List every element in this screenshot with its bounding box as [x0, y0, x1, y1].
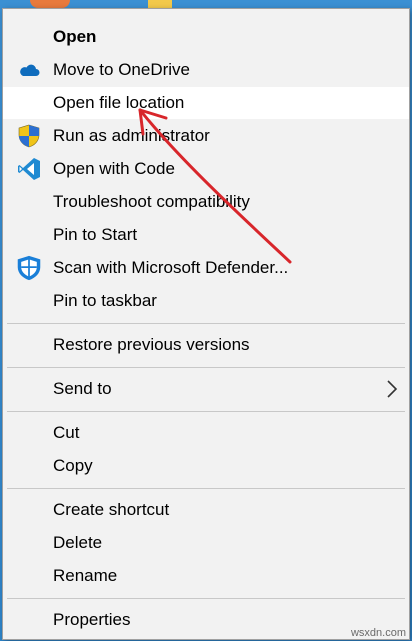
menu-separator: [7, 411, 405, 412]
menu-item-properties[interactable]: Properties: [3, 604, 409, 636]
menu-item-rename[interactable]: Rename: [3, 560, 409, 592]
menu-separator: [7, 488, 405, 489]
menu-item-label: Troubleshoot compatibility: [53, 192, 250, 211]
menu-item-label: Delete: [53, 533, 103, 552]
menu-item-send-to[interactable]: Send to: [3, 373, 409, 405]
menu-item-label: Run as administrator: [53, 126, 210, 145]
menu-item-label: Move to OneDrive: [53, 60, 190, 79]
menu-item-create-shortcut[interactable]: Create shortcut: [3, 494, 409, 526]
chevron-right-icon: [385, 379, 399, 399]
menu-item-label: Rename: [53, 566, 118, 585]
menu-item-open-file-location[interactable]: Open file location: [3, 87, 409, 119]
menu-item-open-with-code[interactable]: Open with Code: [3, 153, 409, 185]
watermark-text: wsxdn.com: [350, 627, 406, 639]
menu-item-restore-previous-versions[interactable]: Restore previous versions: [3, 329, 409, 361]
menu-item-delete[interactable]: Delete: [3, 527, 409, 559]
menu-separator: [7, 323, 405, 324]
menu-item-troubleshoot-compatibility[interactable]: Troubleshoot compatibility: [3, 186, 409, 218]
menu-separator: [7, 367, 405, 368]
defender-shield-icon: [16, 255, 42, 281]
menu-item-label: Pin to Start: [53, 225, 138, 244]
menu-item-label: Send to: [53, 379, 112, 398]
menu-item-pin-to-start[interactable]: Pin to Start: [3, 219, 409, 251]
menu-item-label: Open: [53, 27, 97, 46]
uac-shield-icon: [16, 123, 42, 149]
menu-item-move-to-onedrive[interactable]: Move to OneDrive: [3, 54, 409, 86]
menu-item-label: Pin to taskbar: [53, 291, 157, 310]
menu-item-label: Properties: [53, 610, 131, 629]
menu-item-copy[interactable]: Copy: [3, 450, 409, 482]
menu-item-label: Create shortcut: [53, 500, 170, 519]
menu-item-scan-with-defender[interactable]: Scan with Microsoft Defender...: [3, 252, 409, 284]
desktop-folder-icon-peek: [148, 0, 172, 8]
context-menu: Open Move to OneDrive Open file location…: [2, 8, 410, 640]
menu-item-label: Copy: [53, 456, 93, 475]
menu-item-label: Open file location: [53, 93, 185, 112]
menu-item-label: Scan with Microsoft Defender...: [53, 258, 289, 277]
menu-item-label: Cut: [53, 423, 80, 442]
menu-item-label: Restore previous versions: [53, 335, 250, 354]
menu-item-pin-to-taskbar[interactable]: Pin to taskbar: [3, 285, 409, 317]
menu-item-run-as-administrator[interactable]: Run as administrator: [3, 120, 409, 152]
menu-separator: [7, 598, 405, 599]
desktop-app-icon-peek: [30, 0, 70, 8]
menu-item-open[interactable]: Open: [3, 21, 409, 53]
menu-item-cut[interactable]: Cut: [3, 417, 409, 449]
onedrive-cloud-icon: [16, 57, 42, 83]
menu-item-label: Open with Code: [53, 159, 175, 178]
vscode-icon: [16, 156, 42, 182]
